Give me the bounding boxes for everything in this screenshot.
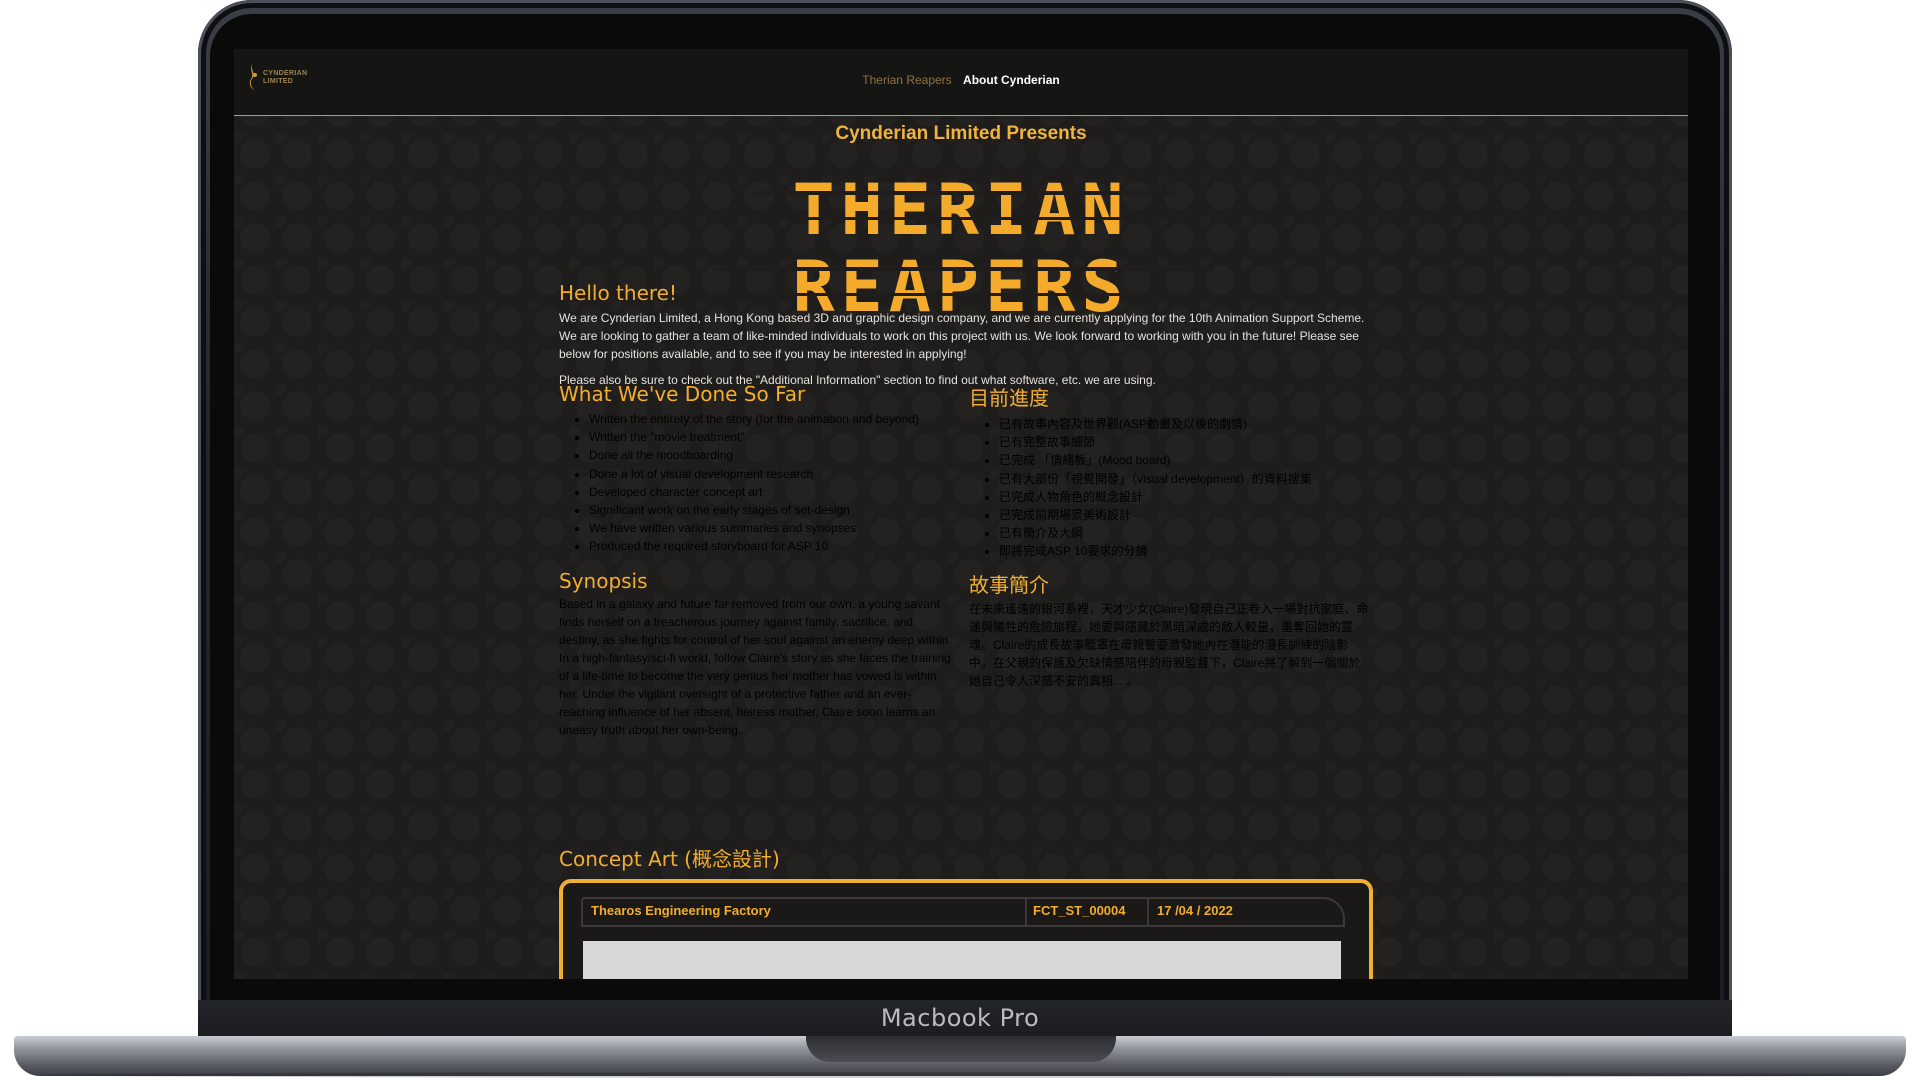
synopsis-en-text: Based in a galaxy and future far removed… <box>559 597 952 737</box>
concept-art-card[interactable]: Thearos Engineering Factory FCT_ST_00004… <box>559 879 1373 979</box>
synopsis-zh-heading: 故事簡介 <box>969 573 1049 597</box>
nav-link-about-cynderian[interactable]: About Cynderian <box>963 73 1060 87</box>
list-item: 即將完成ASP 10要求的分鏡 <box>999 542 1369 560</box>
list-item: 已完成 「情緒板」(Mood board) <box>999 451 1369 469</box>
list-item: Done a lot of visual development researc… <box>589 465 959 483</box>
nav-link-therian-reapers[interactable]: Therian Reapers <box>862 73 951 87</box>
concept-art-image <box>583 941 1341 979</box>
concept-card-code: FCT_ST_00004 <box>1025 899 1149 925</box>
concept-card-date: 17 /04 / 2022 <box>1157 903 1233 918</box>
list-item: 已有簡介及大綱 <box>999 524 1369 542</box>
browser-viewport: CYNDERIAN LIMITED Therian Reapers About … <box>234 49 1688 979</box>
laptop-notch <box>806 1036 1116 1062</box>
list-item: 已有故事內容及世界觀(ASP動畫及以後的劇情) <box>999 415 1369 433</box>
synopsis-zh-column: 故事簡介 在未來遙遠的銀河系裡，天才少女(Claire)發現自己正卷入一場對抗家… <box>969 569 1369 690</box>
list-item: Produced the required storyboard for ASP… <box>589 537 959 555</box>
presents-heading: Cynderian Limited Presents <box>835 123 1087 144</box>
list-item: Written the "movie treatment" <box>589 428 959 446</box>
concept-card-name: Thearos Engineering Factory <box>583 899 1027 925</box>
top-navbar: CYNDERIAN LIMITED Therian Reapers About … <box>234 49 1688 116</box>
hero-title-line-1: THERIAN <box>792 169 1129 251</box>
synopsis-en-heading: Synopsis <box>559 569 648 593</box>
device-model-label: Macbook Pro <box>880 1004 1040 1032</box>
progress-en-list: Written the entirety of the story (for t… <box>559 410 959 556</box>
nav-links: Therian Reapers About Cynderian <box>234 73 1688 87</box>
intro-paragraph: We are Cynderian Limited, a Hong Kong ba… <box>559 311 1365 361</box>
list-item: 已有完整故事細節 <box>999 433 1369 451</box>
synopsis-section: Synopsis Based in a galaxy and future fa… <box>559 569 1369 737</box>
progress-en-column: What We've Done So Far Written the entir… <box>559 382 959 556</box>
list-item: Written the entirety of the story (for t… <box>589 410 959 428</box>
list-item: Significant work on the early stages of … <box>589 501 959 519</box>
list-item: 已完成前期場景美術設計 <box>999 506 1369 524</box>
progress-section: What We've Done So Far Written the entir… <box>559 382 1369 558</box>
laptop-shadow <box>40 1072 1880 1078</box>
progress-en-heading: What We've Done So Far <box>559 382 806 406</box>
list-item: We have written various summaries and sy… <box>589 519 959 537</box>
synopsis-en-column: Synopsis Based in a galaxy and future fa… <box>559 569 954 739</box>
list-item: 已完成人物角色的概念設計 <box>999 488 1369 506</box>
intro-heading: Hello there! <box>559 281 677 305</box>
concept-art-heading: Concept Art (概念設計) <box>559 847 780 871</box>
progress-zh-list: 已有故事內容及世界觀(ASP動畫及以後的劇情) 已有完整故事細節 已完成 「情緒… <box>969 415 1369 561</box>
progress-zh-column: 目前進度 已有故事內容及世界觀(ASP動畫及以後的劇情) 已有完整故事細節 已完… <box>969 382 1369 561</box>
list-item: 已有大部份「視覺開發」（visual development）的資料搜集 <box>999 470 1369 488</box>
intro-section: Hello there! We are Cynderian Limited, a… <box>559 281 1369 389</box>
list-item: Developed character concept art <box>589 483 959 501</box>
synopsis-zh-text: 在未來遙遠的銀河系裡，天才少女(Claire)發現自己正卷入一場對抗家庭、命運與… <box>969 602 1369 688</box>
progress-zh-heading: 目前進度 <box>969 386 1049 410</box>
list-item: Done all the moodboarding <box>589 446 959 464</box>
concept-card-header: Thearos Engineering Factory FCT_ST_00004… <box>581 897 1345 927</box>
